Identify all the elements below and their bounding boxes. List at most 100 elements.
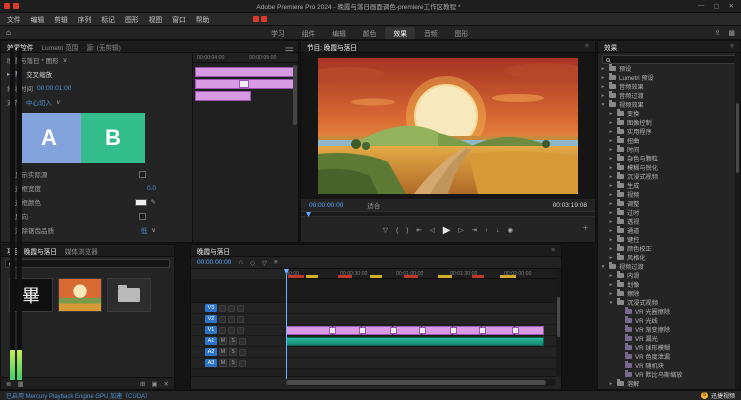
effects-tree-item[interactable]: ▸ 音频过渡 (598, 91, 735, 100)
workspace-tab[interactable]: 组件 (294, 27, 324, 39)
snap-icon[interactable]: ∩ (238, 259, 243, 267)
effects-tree-item[interactable]: ▸ 生成 (598, 181, 735, 190)
disclosure-icon[interactable]: ▸ (608, 246, 614, 252)
disclosure-icon[interactable]: ▾ (600, 102, 606, 108)
effects-tree-item[interactable]: ▸ 颜色校正 (598, 244, 735, 253)
workspace-tab[interactable]: 音频 (416, 27, 446, 39)
sequence-marker[interactable] (438, 275, 452, 278)
transition-block[interactable] (239, 80, 249, 88)
graphic-clip-thumbnail[interactable]: 畢 (9, 278, 53, 312)
transition-clip[interactable] (390, 327, 397, 334)
effects-tree-item[interactable]: ▸ Lumetri 预设 (598, 73, 735, 82)
track-target-button[interactable]: A2 (205, 348, 217, 356)
list-view-icon[interactable]: ≣ (6, 380, 11, 388)
panel-tab[interactable]: 媒体浏览器 (65, 246, 98, 256)
disclosure-icon[interactable]: ▸ (608, 228, 614, 234)
effects-tree-item[interactable]: ▸ 实用程序 (598, 127, 735, 136)
effects-tree-item[interactable]: ▾ 视频过渡 (598, 262, 735, 271)
effects-tree-item[interactable]: ▸ 键控 (598, 235, 735, 244)
minimize-button[interactable]: — (698, 2, 705, 10)
border-width-value[interactable]: 0.0 (147, 185, 156, 192)
current-timecode[interactable]: 00:00:00:00 (309, 202, 343, 209)
track-visibility-icon[interactable] (228, 327, 235, 334)
sequence-marker[interactable] (370, 275, 382, 278)
track-sync-lock-icon[interactable] (237, 316, 244, 323)
new-item-icon[interactable]: ⊞ (140, 380, 145, 388)
duration-value[interactable]: 00:00:01:00 (37, 85, 71, 92)
disclosure-icon[interactable]: ▸ (608, 138, 614, 144)
track-sync-lock-icon[interactable] (237, 327, 244, 334)
effects-tree-item[interactable]: ▸ 沉浸式视频 (598, 172, 735, 181)
effects-tree-item[interactable]: VR 光线 (598, 316, 735, 325)
effects-tree-item[interactable]: ▾ 视频效果 (598, 100, 735, 109)
close-button[interactable]: ✕ (729, 2, 734, 10)
sequence-marker[interactable] (288, 275, 304, 278)
mini-timeline-ruler[interactable]: 00:00:04:0000:00:05:00 (193, 53, 298, 63)
track-target-button[interactable]: A3 (205, 359, 217, 367)
transition-clip[interactable] (512, 327, 519, 334)
scrollbar[interactable] (735, 53, 740, 389)
disclosure-icon[interactable]: ▸ (608, 147, 614, 153)
effects-tree-item[interactable]: VR 光圈擦除 (598, 307, 735, 316)
menu-item[interactable]: 帮助 (196, 14, 210, 24)
disclosure-icon[interactable]: ▸ (608, 165, 614, 171)
menu-item[interactable]: 视图 (149, 14, 163, 24)
linked-selection-icon[interactable]: ◇ (250, 259, 255, 267)
home-icon[interactable]: ⌂ (6, 28, 11, 37)
disclosure-icon[interactable]: ▸ (608, 273, 614, 279)
video-clip-thumbnail[interactable] (58, 278, 102, 312)
effects-tree-item[interactable]: VR 默比乌斯缩放 (598, 370, 735, 379)
disclosure-icon[interactable]: ▸ (608, 201, 614, 207)
disclosure-icon[interactable]: ▸ (608, 291, 614, 297)
project-search[interactable] (5, 259, 170, 268)
menu-item[interactable]: 剪辑 (54, 14, 68, 24)
effects-tree-item[interactable]: ▸ 通道 (598, 226, 735, 235)
workspace-tab[interactable]: 编辑 (324, 27, 354, 39)
panel-menu-icon[interactable]: ≡ (730, 43, 734, 50)
mark-out-icon[interactable]: } (406, 227, 408, 234)
solo-button[interactable]: S (229, 348, 237, 356)
effects-tree-item[interactable]: ▸ 划像 (598, 280, 735, 289)
effects-tree-item[interactable]: ▸ 内滑 (598, 271, 735, 280)
menu-item[interactable]: 序列 (78, 14, 92, 24)
disclosure-icon[interactable]: ▾ (608, 300, 614, 306)
effects-tree-item[interactable]: ▾ 沉浸式视频 (598, 298, 735, 307)
disclosure-icon[interactable]: ▾ (600, 264, 606, 270)
effects-search-input[interactable] (613, 57, 703, 63)
effects-tree-item[interactable]: ▸ 透视 (598, 217, 735, 226)
effects-tree-item[interactable]: ▸ 调整 (598, 199, 735, 208)
bin-item[interactable] (107, 278, 151, 312)
workspaces-icon[interactable]: ▦ (728, 29, 735, 37)
chevron-down-icon[interactable]: ∨ (56, 98, 61, 106)
effects-tree-item[interactable]: ▸ 风格化 (598, 253, 735, 262)
mute-button[interactable]: M (219, 348, 227, 356)
audio-clip[interactable] (286, 337, 544, 346)
record-arm-icon[interactable] (239, 360, 246, 367)
scrollbar[interactable] (293, 65, 297, 125)
project-search-input[interactable] (16, 261, 116, 267)
workspace-tab[interactable]: 效果 (385, 27, 415, 39)
effects-tree-item[interactable]: VR 随机块 (598, 361, 735, 370)
transition-clip[interactable] (329, 327, 336, 334)
menu-item[interactable]: 文件 (7, 14, 21, 24)
track-visibility-icon[interactable] (228, 305, 235, 312)
clip-bar[interactable] (195, 91, 251, 101)
track-target-button[interactable]: V3 (205, 304, 217, 312)
panel-tab[interactable]: Lumetri 范围 (41, 42, 78, 52)
effects-tree-item[interactable]: ▸ 模糊与锐化 (598, 163, 735, 172)
outgoing-clip[interactable] (195, 67, 295, 77)
effects-tree-item[interactable]: ▸ 擦除 (598, 289, 735, 298)
effects-tree-item[interactable]: ▸ 图像控制 (598, 118, 735, 127)
effects-tree-item[interactable]: VR 渐变擦除 (598, 325, 735, 334)
zoom-level-select[interactable]: 适合 (367, 200, 380, 210)
effects-tree-item[interactable]: ▸ 杂色与颗粒 (598, 154, 735, 163)
workspace-tab[interactable]: 颜色 (355, 27, 385, 39)
menu-item[interactable]: 窗口 (172, 14, 186, 24)
mute-button[interactable]: M (219, 359, 227, 367)
show-source-checkbox[interactable] (139, 171, 146, 178)
effects-tree-item[interactable]: VR 漏光 (598, 334, 735, 343)
effects-tree-item[interactable]: ▸ 音频效果 (598, 82, 735, 91)
delete-icon[interactable]: ✕ (164, 380, 169, 388)
effects-search[interactable] (602, 55, 736, 64)
record-arm-icon[interactable] (239, 338, 246, 345)
